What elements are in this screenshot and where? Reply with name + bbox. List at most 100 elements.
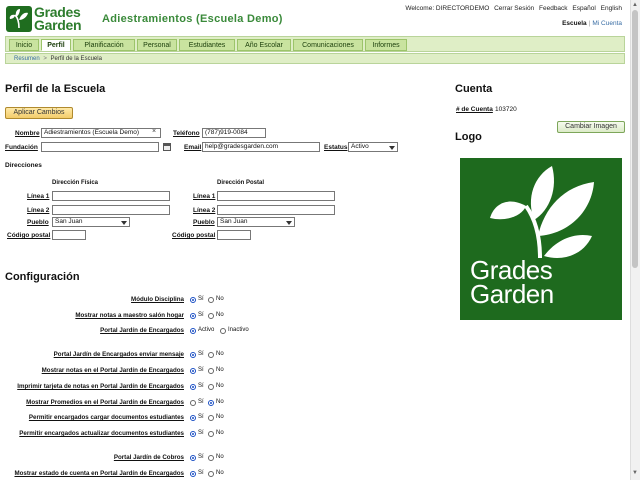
tab-personal[interactable]: Personal	[137, 39, 177, 51]
tab-perfil[interactable]: Perfil	[41, 39, 71, 51]
school-link[interactable]: Escuela	[562, 20, 587, 27]
change-image-button[interactable]: Cambiar Imagen	[557, 121, 625, 133]
config-radio-option2[interactable]	[208, 415, 214, 421]
fisica-linea1-label: Línea 1	[27, 193, 50, 200]
logo-title: Logo	[455, 131, 482, 143]
logo-wordmark: Grades Garden	[34, 4, 82, 33]
config-radio-option2[interactable]	[208, 313, 214, 319]
config-radio-option1[interactable]	[190, 368, 196, 374]
config-row-label: Imprimir tarjeta de notas en Portal Jard…	[17, 383, 184, 390]
fisica-pueblo-select[interactable]: San Juan	[52, 217, 130, 227]
account-number-label: # de Cuenta	[456, 106, 493, 113]
spanish-link[interactable]: Español	[572, 5, 596, 12]
postal-pueblo-label: Pueblo	[193, 219, 215, 226]
breadcrumb-resumen[interactable]: Resumen	[14, 56, 40, 62]
config-radio-option2[interactable]	[208, 455, 214, 461]
config-row-label: Mostrar estado de cuenta en Portal Jardí…	[14, 470, 184, 477]
config-radio-option2-label: No	[216, 414, 224, 420]
config-title: Configuración	[5, 271, 80, 283]
config-radio-option1-label: Sí	[198, 383, 204, 389]
config-radio-option1[interactable]	[190, 431, 196, 437]
telefono-input[interactable]: (787)919-0084	[202, 128, 266, 138]
config-radio-option1-label: Sí	[198, 430, 204, 436]
config-row-label: Permitir encargados actualizar documento…	[19, 430, 184, 437]
config-radio-option2-label: No	[216, 454, 224, 460]
config-radio-option2-label: No	[216, 351, 224, 357]
tab-estudiantes[interactable]: Estudiantes	[179, 39, 235, 51]
config-radio-option1-label: Sí	[198, 470, 204, 476]
logout-link[interactable]: Cerrar Sesión	[494, 5, 534, 12]
scrollbar-thumb[interactable]	[632, 10, 638, 268]
fisica-codigo-label: Código postal	[7, 232, 51, 239]
config-radio-option2-label: No	[216, 367, 224, 373]
postal-codigo-label: Código postal	[172, 232, 216, 239]
postal-linea2-label: Línea 2	[193, 207, 216, 214]
config-radio-option1-label: Sí	[198, 296, 204, 302]
estatus-select[interactable]: Activo	[348, 142, 398, 152]
welcome-text: Welcome: DIRECTORDEMO	[405, 5, 490, 12]
scroll-down-icon[interactable]: ▼	[632, 470, 638, 476]
school-logo-image: Grades Garden	[460, 158, 622, 320]
email-input[interactable]: help@gradesgarden.com	[202, 142, 320, 152]
config-radio-option2[interactable]	[208, 384, 214, 390]
my-account-link[interactable]: Mi Cuenta	[592, 20, 622, 27]
config-radio-option2[interactable]	[208, 368, 214, 374]
account-number: 103720	[495, 106, 517, 113]
config-radio-option1[interactable]	[190, 384, 196, 390]
config-radio-option2[interactable]	[208, 297, 214, 303]
config-radio-option2[interactable]	[208, 471, 214, 477]
estatus-label: Estatus	[324, 144, 348, 151]
clear-icon[interactable]: ×	[152, 128, 156, 135]
app-logo[interactable]: Grades Garden	[6, 4, 94, 34]
config-row-label: Permitir encargados cargar documentos es…	[28, 414, 184, 421]
main-nav: Inicio Perfil Planificación Personal Est…	[5, 36, 625, 52]
fisica-linea2-input[interactable]	[52, 205, 170, 215]
config-radio-option1[interactable]	[190, 328, 196, 334]
telefono-label: Teléfono	[173, 130, 200, 137]
config-row-label: Módulo Disciplina	[131, 296, 184, 303]
calendar-icon[interactable]	[163, 143, 171, 151]
config-radio-option1[interactable]	[190, 455, 196, 461]
postal-linea2-input[interactable]	[217, 205, 335, 215]
config-row-label: Mostrar notas en el Portal Jardín de Enc…	[41, 367, 184, 374]
config-radio-option2[interactable]	[220, 328, 226, 334]
fisica-title: Dirección Física	[52, 180, 99, 186]
breadcrumb-separator: >	[43, 56, 47, 62]
scroll-up-icon[interactable]: ▲	[632, 2, 638, 8]
tab-informes[interactable]: Informes	[365, 39, 407, 51]
config-radio-option1[interactable]	[190, 297, 196, 303]
postal-codigo-input[interactable]	[217, 230, 251, 240]
config-radio-option2-label: No	[216, 399, 224, 405]
postal-linea1-input[interactable]	[217, 191, 335, 201]
breadcrumb: Resumen > Perfil de la Escuela	[14, 56, 102, 62]
english-link[interactable]: English	[601, 5, 622, 12]
postal-title: Dirección Postal	[217, 180, 265, 186]
postal-pueblo-select[interactable]: San Juan	[217, 217, 295, 227]
config-radio-option2[interactable]	[208, 352, 214, 358]
config-radio-option1[interactable]	[190, 415, 196, 421]
fisica-linea1-input[interactable]	[52, 191, 170, 201]
config-radio-option1[interactable]	[190, 352, 196, 358]
config-radio-option1-label: Sí	[198, 454, 204, 460]
fundacion-input[interactable]	[41, 142, 159, 152]
config-radio-option1-label: Sí	[198, 414, 204, 420]
config-radio-option2-label: No	[216, 383, 224, 389]
tab-comunicaciones[interactable]: Comunicaciones	[293, 39, 363, 51]
tab-inicio[interactable]: Inicio	[9, 39, 39, 51]
config-radio-option1[interactable]	[190, 400, 196, 406]
fisica-codigo-input[interactable]	[52, 230, 86, 240]
email-label: Email	[184, 144, 202, 151]
nombre-label: Nombre	[15, 130, 40, 137]
config-radio-option1[interactable]	[190, 313, 196, 319]
config-radio-option2[interactable]	[208, 400, 214, 406]
apply-changes-button[interactable]: Aplicar Cambios	[5, 107, 73, 119]
nombre-input[interactable]: Adiestramientos (Escuela Demo)	[41, 128, 161, 138]
config-row-label: Mostrar notas a maestro salón hogar	[75, 312, 184, 319]
feedback-link[interactable]: Feedback	[539, 5, 568, 12]
config-radio-option2[interactable]	[208, 431, 214, 437]
context-links: Escuela | Mi Cuenta	[562, 20, 622, 27]
tab-planificacion[interactable]: Planificación	[73, 39, 135, 51]
sprout-logo-icon	[6, 6, 32, 32]
config-radio-option1[interactable]	[190, 471, 196, 477]
tab-ano-escolar[interactable]: Año Escolar	[237, 39, 291, 51]
